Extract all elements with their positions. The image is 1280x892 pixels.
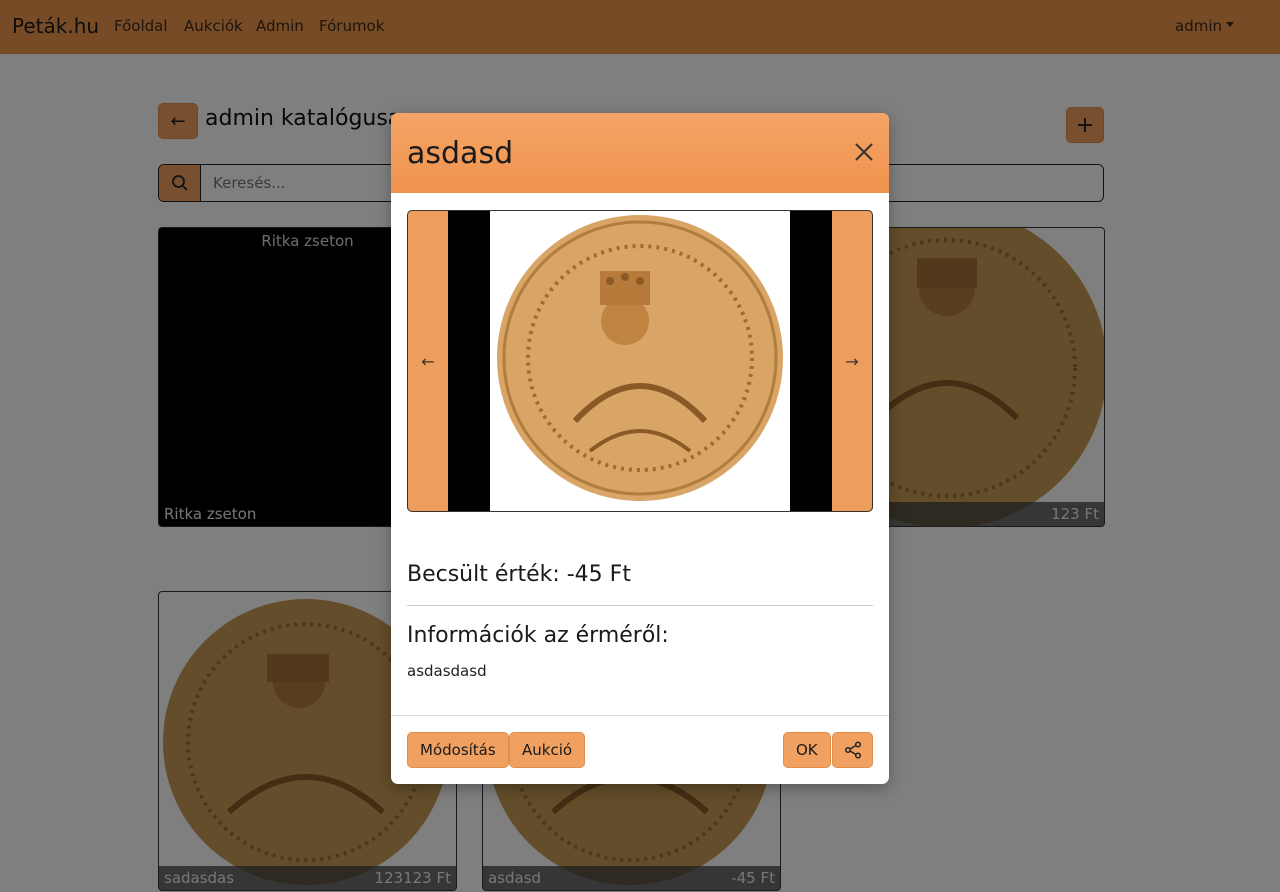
- close-icon[interactable]: [853, 141, 875, 163]
- share-button[interactable]: [832, 732, 873, 768]
- modal-header: asdasd: [391, 113, 889, 193]
- coin-image: [497, 215, 783, 501]
- info-text: asdasdasd: [407, 662, 487, 680]
- estimated-value: Becsült érték: -45 Ft: [407, 562, 631, 587]
- modal-footer-divider: [391, 715, 889, 716]
- arrow-left-icon: ←: [421, 351, 435, 371]
- auction-button[interactable]: Aukció: [509, 732, 586, 768]
- modal-title: asdasd: [407, 135, 514, 171]
- edit-button[interactable]: Módosítás: [407, 732, 509, 768]
- arrow-right-icon: →: [845, 351, 859, 371]
- carousel-next-button[interactable]: →: [832, 211, 872, 511]
- coin-detail-modal: asdasd ← → Becsült érték: -45 Ft Informá…: [391, 113, 889, 784]
- share-icon: [844, 741, 861, 759]
- carousel-prev-button[interactable]: ←: [408, 211, 448, 511]
- carousel-image: [490, 211, 790, 511]
- ok-button[interactable]: OK: [783, 732, 831, 768]
- info-heading: Információk az érméről:: [407, 623, 669, 648]
- image-carousel: ← →: [407, 210, 873, 512]
- divider: [407, 605, 873, 606]
